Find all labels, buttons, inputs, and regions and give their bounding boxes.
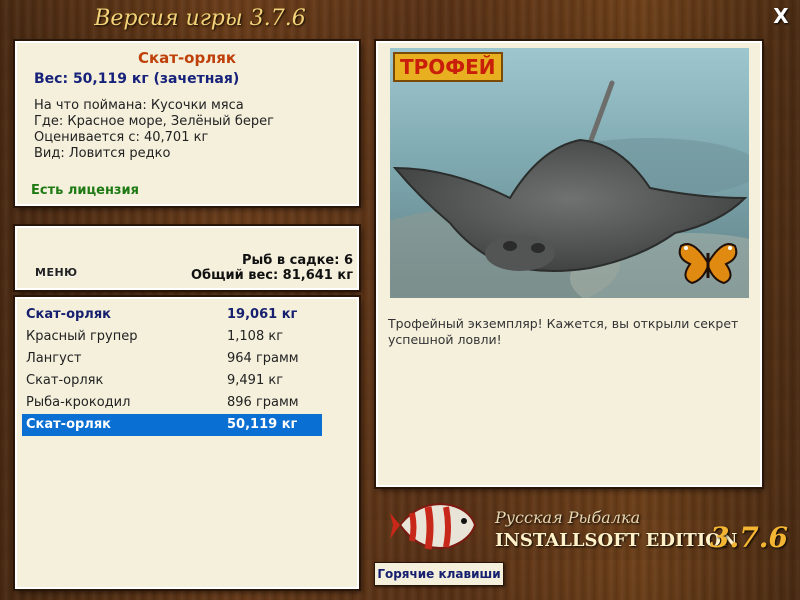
trophy-badge: ТРОФЕЙ	[393, 52, 503, 82]
catch-info-panel: Скат-орляк Вес: 50,119 кг (зачетная) На …	[15, 41, 359, 206]
fish-logo-icon	[390, 495, 480, 564]
cage-total-weight: Общий вес: 81,641 кг	[190, 268, 353, 283]
list-item[interactable]: Красный групер 1,108 кг	[22, 326, 322, 348]
fish-list-name: Красный групер	[26, 329, 138, 344]
trophy-description: Трофейный экземпляр! Кажется, вы открыли…	[388, 316, 739, 347]
fish-list-name: Рыба-крокодил	[26, 395, 131, 410]
logo-title: Русская Рыбалка	[495, 508, 641, 527]
species-info: Вид: Ловится редко	[34, 146, 171, 161]
fish-list-weight: 9,491 кг	[227, 373, 284, 388]
list-item-selected[interactable]: Скат-орляк 50,119 кг	[22, 414, 322, 436]
fish-list-name: Скат-орляк	[26, 307, 111, 322]
fish-list-weight: 19,061 кг	[227, 307, 298, 322]
location-info: Где: Красное море, Зелёный берег	[34, 114, 274, 129]
fish-list-weight: 964 грамм	[227, 351, 299, 366]
game-logo: Русская Рыбалка INSTALLSOFT EDITION 3.7.…	[390, 493, 800, 563]
fish-list: Скат-орляк 19,061 кг Красный групер 1,10…	[15, 297, 359, 589]
fish-list-weight: 50,119 кг	[227, 417, 298, 432]
list-item[interactable]: Лангуст 964 грамм	[22, 348, 322, 370]
butterfly-icon	[678, 238, 738, 292]
cage-panel: МЕНЮ Рыб в садке: 6 Общий вес: 81,641 кг	[15, 226, 359, 290]
rating-info: Оценивается с: 40,701 кг	[34, 130, 209, 145]
fish-name: Скат-орляк	[137, 49, 237, 67]
license-status: Есть лицензия	[31, 183, 139, 198]
list-item[interactable]: Скат-орляк 9,491 кг	[22, 370, 322, 392]
close-icon[interactable]: X	[770, 5, 792, 27]
logo-edition: INSTALLSOFT EDITION	[495, 530, 738, 551]
fish-photo: ТРОФЕЙ	[390, 48, 749, 298]
fish-list-weight: 1,108 кг	[227, 329, 284, 344]
list-item[interactable]: Скат-орляк 19,061 кг	[22, 304, 322, 326]
hotkeys-button[interactable]: Горячие клавиши	[374, 562, 504, 586]
fish-list-name: Лангуст	[26, 351, 82, 366]
fish-list-name: Скат-орляк	[26, 373, 104, 388]
trophy-photo-panel: ТРОФЕЙ Трофейный экземпляр! Кажется, вы …	[376, 41, 762, 487]
list-item[interactable]: Рыба-крокодил 896 грамм	[22, 392, 322, 414]
fish-list-weight: 896 грамм	[227, 395, 299, 410]
game-version-title: Версия игры 3.7.6	[94, 6, 306, 31]
logo-version: 3.7.6	[710, 521, 788, 554]
title-bar: Версия игры 3.7.6 X	[0, 0, 800, 42]
menu-button[interactable]: МЕНЮ	[35, 266, 78, 279]
fish-weight: Вес: 50,119 кг (зачетная)	[34, 71, 240, 87]
bait-info: На что поймана: Кусочки мяса	[34, 98, 244, 113]
cage-fish-count: Рыб в садке: 6	[241, 253, 353, 268]
fish-list-name: Скат-орляк	[26, 417, 111, 432]
